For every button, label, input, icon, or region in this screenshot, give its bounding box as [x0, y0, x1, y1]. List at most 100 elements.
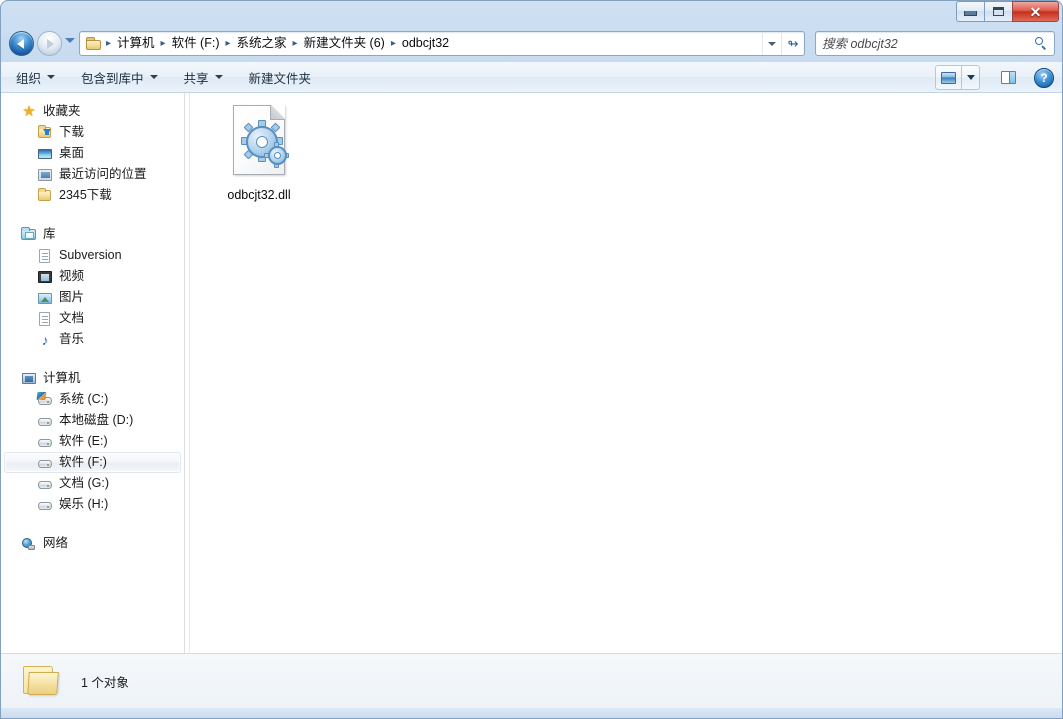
close-icon: ✕ [1030, 5, 1042, 19]
sidebar-item-label: 最近访问的位置 [59, 168, 147, 181]
search-input[interactable] [816, 32, 1028, 55]
title-bar: ✕ [0, 0, 1063, 28]
sidebar-item-documents[interactable]: 文档 [4, 308, 181, 329]
help-icon: ? [1034, 68, 1054, 88]
network-icon [21, 536, 37, 552]
system-drive-icon [37, 392, 53, 408]
maximize-button[interactable] [984, 1, 1013, 22]
breadcrumb-item-newfolder6[interactable]: 新建文件夹 (6) [300, 34, 389, 53]
sidebar-group-favorites: ★ 收藏夹 下载 桌面 [1, 101, 184, 206]
file-name-label: odbcjt32.dll [227, 188, 290, 204]
sidebar-item-videos[interactable]: 视频 [4, 266, 181, 287]
sidebar-item-label: 本地磁盘 (D:) [59, 414, 133, 427]
breadcrumb[interactable]: ▸ 计算机 ▸ 软件 (F:) ▸ 系统之家 ▸ 新建文件夹 (6) ▸ odb… [80, 32, 762, 55]
new-folder-button[interactable]: 新建文件夹 [238, 65, 323, 90]
sidebar-item-drive-f[interactable]: 软件 (F:) [4, 452, 181, 473]
new-folder-label: 新建文件夹 [249, 68, 312, 87]
sidebar-item-drive-g[interactable]: 文档 (G:) [4, 473, 181, 494]
preview-pane-button[interactable] [994, 65, 1022, 90]
sidebar-item-drive-d[interactable]: 本地磁盘 (D:) [4, 410, 181, 431]
preview-pane-icon [1001, 71, 1016, 84]
file-list-pane[interactable]: odbcjt32.dll [190, 93, 1062, 653]
include-in-library-button[interactable]: 包含到库中 [70, 65, 169, 90]
breadcrumb-separator: ▸ [159, 39, 168, 49]
drive-icon [37, 455, 53, 471]
breadcrumb-item-xitongzhijia[interactable]: 系统之家 [233, 34, 291, 53]
view-options-dropdown[interactable] [962, 65, 980, 90]
help-button[interactable]: ? [1032, 66, 1056, 90]
sidebar-item-label: 计算机 [43, 372, 81, 385]
sidebar-item-label: 桌面 [59, 147, 84, 160]
sidebar-group-computer: 计算机 系统 (C:) 本地磁盘 (D:) [1, 368, 184, 515]
music-note-icon: ♪ [37, 332, 53, 348]
refresh-icon: ↬ [788, 36, 799, 52]
recent-pages-dropdown[interactable] [65, 38, 75, 43]
navigation-pane: ★ 收藏夹 下载 桌面 [1, 93, 185, 653]
chevron-down-icon [215, 75, 223, 79]
dll-gears-icon [227, 102, 291, 182]
sidebar-item-label: 收藏夹 [43, 105, 81, 118]
organize-button[interactable]: 组织 [5, 65, 66, 90]
sidebar-item-recent-places[interactable]: 最近访问的位置 [4, 164, 181, 185]
close-button[interactable]: ✕ [1012, 1, 1059, 22]
chevron-down-icon [150, 75, 158, 79]
sidebar-item-drive-h[interactable]: 娱乐 (H:) [4, 494, 181, 515]
address-bar[interactable]: ▸ 计算机 ▸ 软件 (F:) ▸ 系统之家 ▸ 新建文件夹 (6) ▸ odb… [79, 31, 805, 56]
sidebar-item-favorites[interactable]: ★ 收藏夹 [4, 101, 181, 122]
chevron-down-icon [967, 75, 975, 80]
sidebar-group-libraries: 库 Subversion 视频 [1, 224, 184, 350]
forward-button[interactable] [37, 31, 62, 56]
sidebar-item-libraries[interactable]: 库 [4, 224, 181, 245]
sidebar-item-drive-c[interactable]: 系统 (C:) [4, 389, 181, 410]
sidebar-item-label: 系统 (C:) [59, 393, 108, 406]
picture-icon [37, 290, 53, 306]
sidebar-item-label: 娱乐 (H:) [59, 498, 108, 511]
sidebar-item-pictures[interactable]: 图片 [4, 287, 181, 308]
breadcrumb-separator: ▸ [291, 39, 300, 49]
window-controls: ✕ [956, 1, 1059, 22]
sidebar-item-music[interactable]: ♪ 音乐 [4, 329, 181, 350]
sidebar-item-drive-e[interactable]: 软件 (E:) [4, 431, 181, 452]
sidebar-item-network[interactable]: 网络 [4, 533, 181, 554]
minimize-button[interactable] [956, 1, 985, 22]
list-item[interactable]: odbcjt32.dll [204, 97, 314, 207]
refresh-button[interactable]: ↬ [781, 32, 804, 55]
sidebar-item-downloads[interactable]: 下载 [4, 122, 181, 143]
sidebar-item-label: 下载 [59, 126, 84, 139]
organize-label: 组织 [16, 68, 41, 87]
share-with-button[interactable]: 共享 [173, 65, 234, 90]
document-icon [37, 248, 53, 264]
main-panes: ★ 收藏夹 下载 桌面 [1, 93, 1062, 653]
library-icon [21, 227, 37, 243]
change-view-button[interactable] [935, 65, 962, 90]
window-bottom-edge [1, 708, 1062, 718]
arrow-right-icon [47, 39, 54, 49]
sidebar-item-subversion[interactable]: Subversion [4, 245, 181, 266]
breadcrumb-item-computer[interactable]: 计算机 [113, 34, 159, 53]
drive-icon [37, 434, 53, 450]
search-icon[interactable] [1028, 32, 1054, 55]
sidebar-item-computer[interactable]: 计算机 [4, 368, 181, 389]
sidebar-item-label: 2345下载 [59, 189, 112, 202]
drive-icon [37, 497, 53, 513]
sidebar-item-label: 文档 (G:) [59, 477, 109, 490]
sidebar-item-2345download[interactable]: 2345下载 [4, 185, 181, 206]
breadcrumb-item-odbcjt32[interactable]: odbcjt32 [398, 34, 453, 53]
search-box[interactable] [815, 31, 1055, 56]
sidebar-item-label: 软件 (F:) [59, 456, 107, 469]
toolbar-right-group: ? [935, 65, 1056, 90]
recent-places-icon [37, 167, 53, 183]
folder-icon [37, 188, 53, 204]
sidebar-item-label: 网络 [43, 537, 68, 550]
breadcrumb-separator: ▸ [224, 39, 233, 49]
share-with-label: 共享 [184, 68, 209, 87]
maximize-icon [993, 7, 1004, 16]
breadcrumb-item-drive-f[interactable]: 软件 (F:) [168, 34, 224, 53]
minimize-icon [964, 11, 977, 16]
chevron-down-icon [47, 75, 55, 79]
back-button[interactable] [9, 31, 34, 56]
sidebar-item-desktop[interactable]: 桌面 [4, 143, 181, 164]
drive-icon [37, 413, 53, 429]
address-dropdown-button[interactable] [762, 32, 781, 55]
breadcrumb-separator: ▸ [389, 39, 398, 49]
